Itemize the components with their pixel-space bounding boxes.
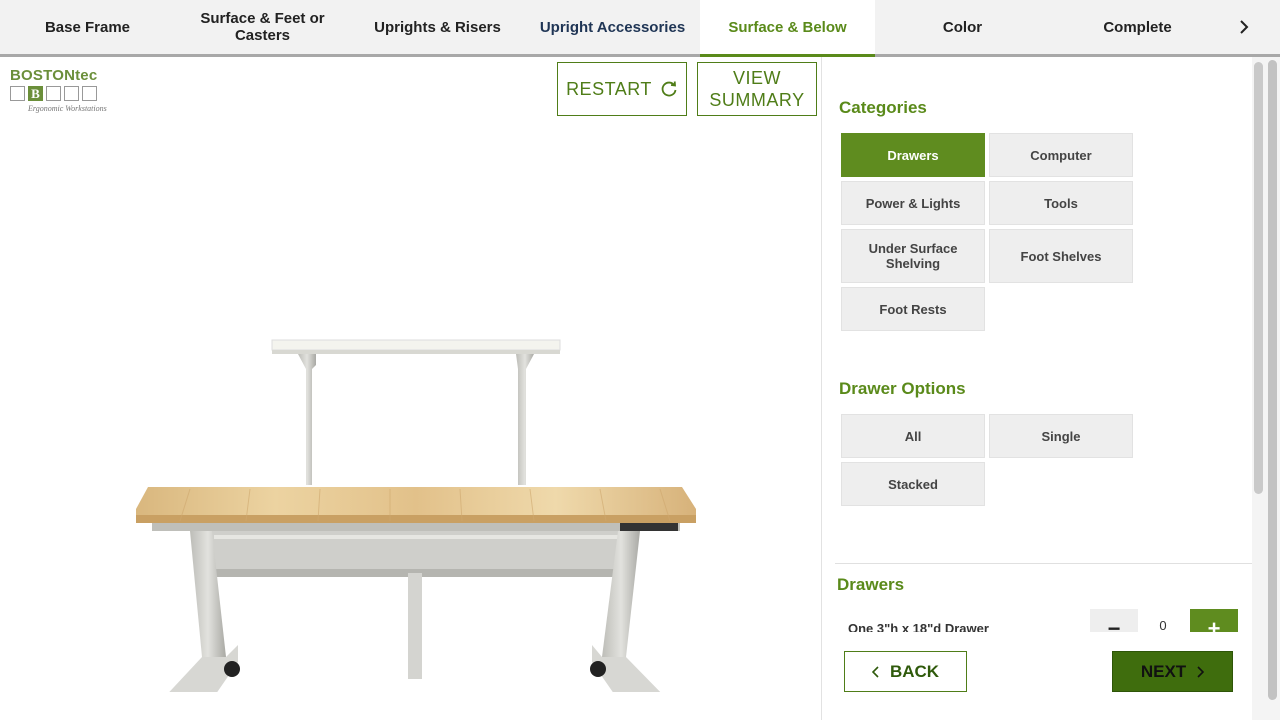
restart-label: RESTART [566, 78, 652, 99]
logo-boxes: B [10, 86, 97, 101]
restart-button[interactable]: RESTART [557, 62, 687, 116]
drawers-title: Drawers [837, 575, 905, 594]
riser-shelf [271, 339, 561, 351]
logo-tagline: Ergonomic Workstations [28, 104, 107, 113]
drawer-option-all[interactable]: All [841, 414, 985, 458]
drawer-item-label: One 3"h x 18"d Drawer [848, 621, 989, 632]
chevron-left-icon [871, 665, 879, 678]
brand-logo: BOSTONtec B Ergonomic Workstations [10, 67, 120, 113]
next-label: NEXT [1140, 661, 1187, 681]
back-button[interactable]: BACK [844, 651, 967, 692]
tab-uprights-risers[interactable]: Uprights & Risers [350, 0, 525, 54]
chevron-right-icon [1197, 665, 1205, 678]
tab-complete[interactable]: Complete [1050, 0, 1225, 54]
quantity-decrease-button[interactable]: − [1090, 609, 1138, 632]
tab-base-frame[interactable]: Base Frame [0, 0, 175, 54]
chevron-right-icon [1240, 20, 1249, 34]
product-viewer: BOSTONtec B Ergonomic Workstations RESTA… [0, 57, 822, 720]
drawer-options-title: Drawer Options [839, 379, 966, 398]
drawer-option-stacked[interactable]: Stacked [841, 462, 985, 506]
section-divider [835, 563, 1252, 564]
tabs-scroll-right-button[interactable] [1232, 14, 1256, 40]
logo-brand-text: BOSTONtec [10, 67, 98, 84]
category-computer[interactable]: Computer [989, 133, 1133, 177]
tab-surface-feet-casters[interactable]: Surface & Feet or Casters [175, 0, 350, 54]
logo-letter: B [28, 86, 43, 101]
control-panel [620, 523, 678, 531]
category-foot-rests[interactable]: Foot Rests [841, 287, 985, 331]
desk-3d-preview [136, 339, 696, 692]
view-summary-button[interactable]: VIEW SUMMARY [697, 62, 817, 116]
center-support [408, 573, 422, 679]
tab-color[interactable]: Color [875, 0, 1050, 54]
category-power-lights[interactable]: Power & Lights [841, 181, 985, 225]
tab-surface-below[interactable]: Surface & Below [700, 0, 875, 57]
options-panel: Categories Drawers Computer Power & Ligh… [823, 57, 1252, 632]
page-scrollbar-thumb[interactable] [1268, 60, 1277, 700]
back-label: BACK [889, 661, 940, 681]
category-tools[interactable]: Tools [989, 181, 1133, 225]
riser-upright-right [516, 354, 534, 485]
wizard-footer: BACK NEXT [823, 632, 1252, 720]
top-nav: Base Frame Surface & Feet or Casters Upr… [0, 0, 1280, 57]
tab-upright-accessories[interactable]: Upright Accessories [525, 0, 700, 54]
category-drawers[interactable]: Drawers [841, 133, 985, 177]
quantity-input[interactable]: 0 [1141, 612, 1185, 632]
category-foot-shelves[interactable]: Foot Shelves [989, 229, 1133, 283]
panel-scrollbar-thumb[interactable] [1254, 62, 1263, 494]
drawer-option-single[interactable]: Single [989, 414, 1133, 458]
category-under-surface-shelving[interactable]: Under Surface Shelving [841, 229, 985, 283]
categories-title: Categories [839, 98, 927, 117]
refresh-icon [661, 81, 677, 97]
quantity-increase-button[interactable]: + [1190, 609, 1238, 632]
next-button[interactable]: NEXT [1112, 651, 1233, 692]
riser-upright-left [298, 354, 316, 485]
